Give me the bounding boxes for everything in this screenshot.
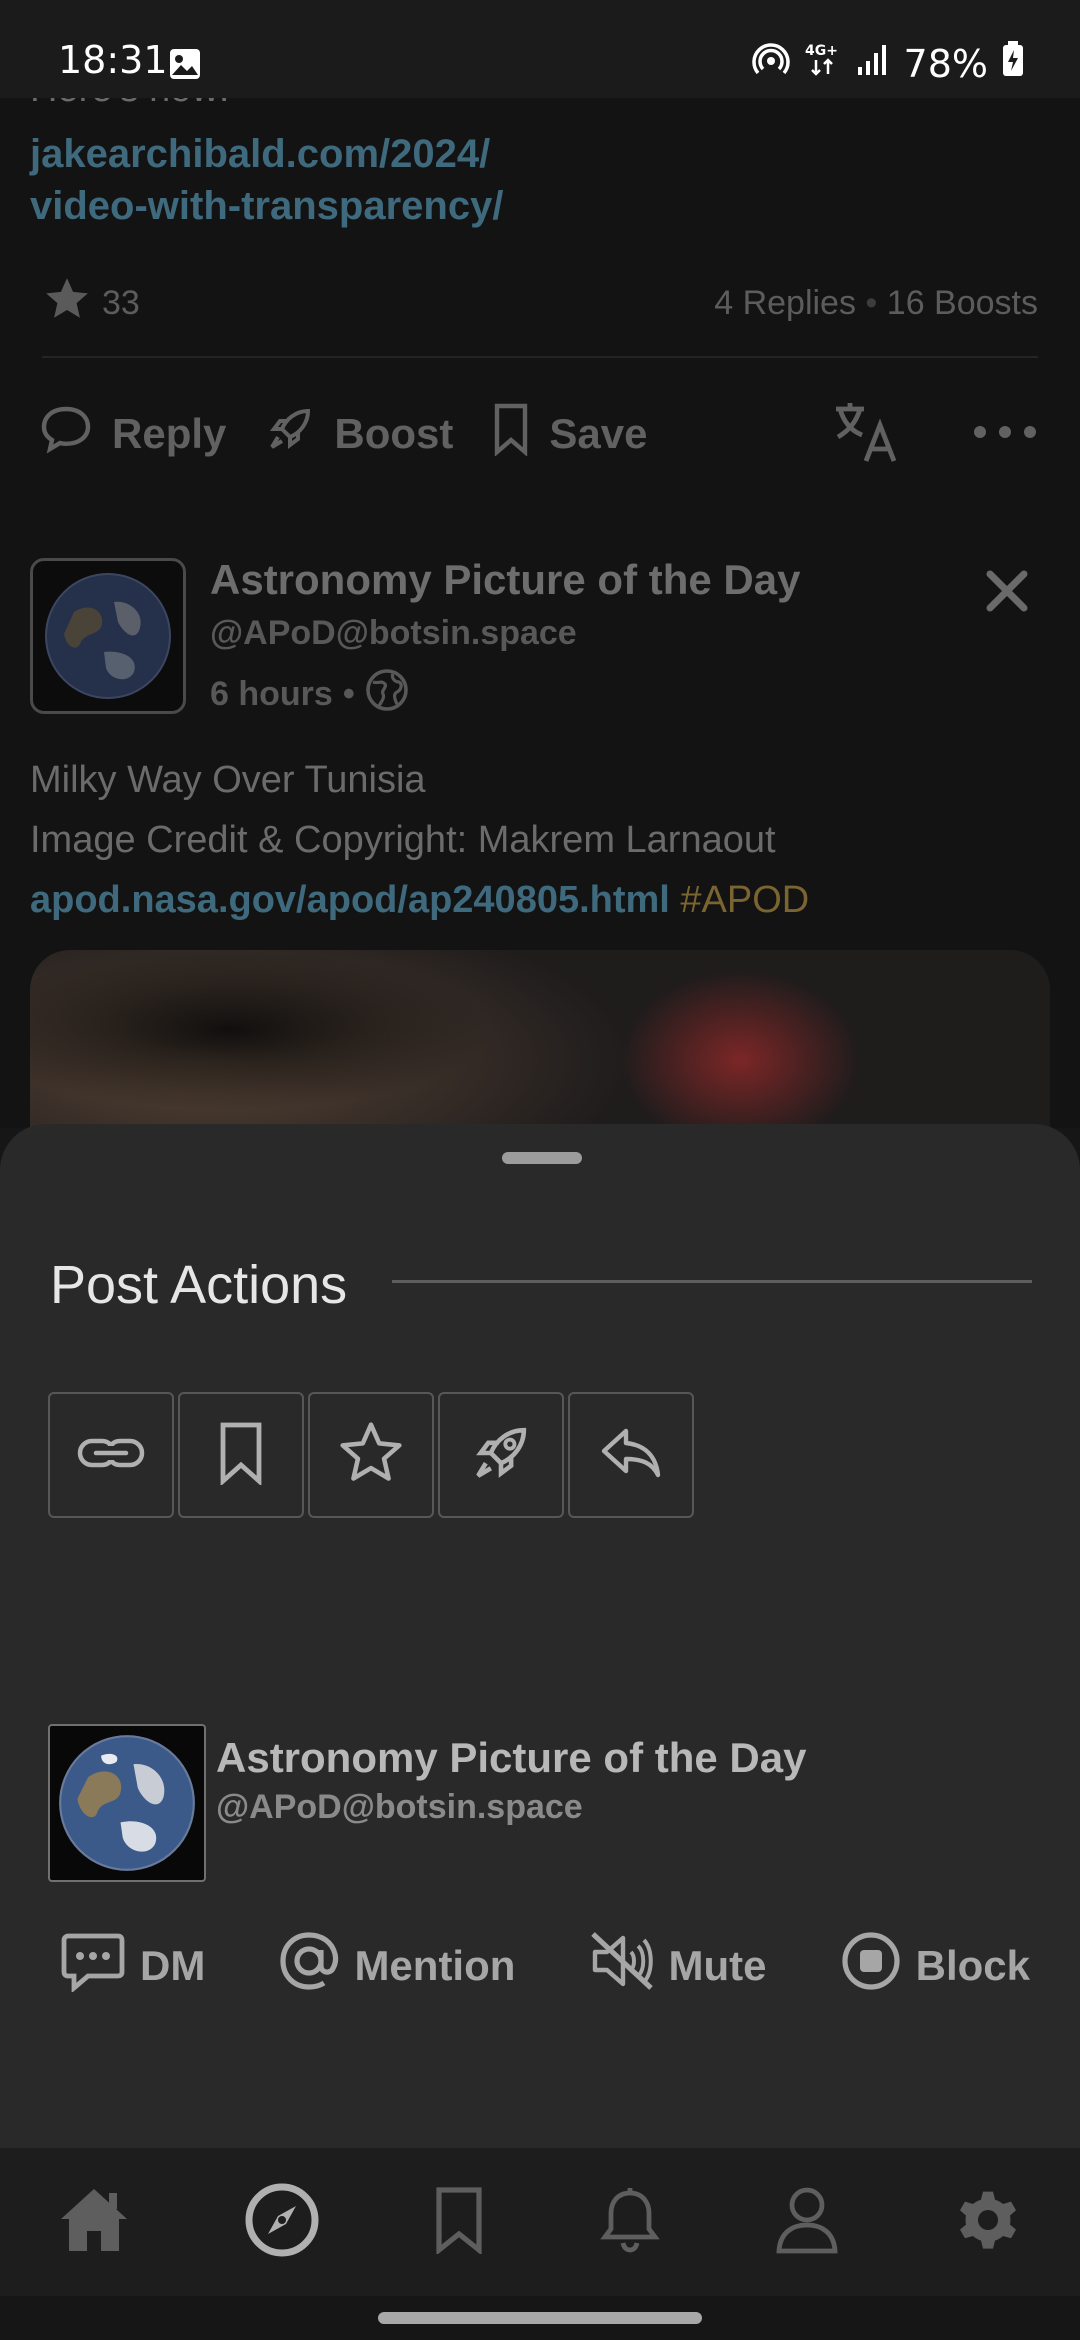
mention-button[interactable]: Mention bbox=[278, 1930, 515, 2002]
account-avatar[interactable] bbox=[48, 1724, 206, 1882]
svg-text:4G+: 4G+ bbox=[805, 43, 838, 59]
speaker-muted-icon bbox=[589, 1930, 655, 2002]
timeline-feed[interactable]: Here's how: jakearchibald.com/2024/ vide… bbox=[0, 98, 1080, 1128]
tab-settings[interactable] bbox=[953, 2185, 1023, 2260]
mute-button[interactable]: Mute bbox=[589, 1930, 767, 2002]
post-actions-sheet: Post Actions Astronomy Picture of the Da… bbox=[0, 1124, 1080, 2148]
boosts-count[interactable]: 16 Boosts bbox=[887, 284, 1038, 322]
post-stats: 33 4 Replies • 16 Boosts bbox=[42, 274, 1038, 333]
post-link[interactable]: jakearchibald.com/2024/ bbox=[30, 128, 503, 180]
bottom-tab-bar bbox=[0, 2148, 1080, 2296]
account-actions-row: DM Mention Mute Block bbox=[60, 1930, 1030, 2002]
save-button[interactable]: Save bbox=[491, 402, 647, 466]
post-content: Milky Way Over Tunisia Image Credit & Co… bbox=[30, 750, 1060, 930]
boost-label: Boost bbox=[334, 410, 454, 457]
bell-icon bbox=[599, 2187, 660, 2252]
mute-label: Mute bbox=[668, 1942, 767, 1989]
rocket-icon bbox=[264, 403, 316, 465]
tab-home[interactable] bbox=[57, 2185, 131, 2260]
sheet-title: Post Actions bbox=[50, 1255, 348, 1315]
speech-bubble-icon bbox=[38, 403, 94, 465]
favourite-button[interactable] bbox=[308, 1392, 434, 1518]
battery-charging-icon bbox=[1002, 41, 1024, 86]
bookmark-icon bbox=[217, 1421, 265, 1490]
mention-label: Mention bbox=[354, 1942, 516, 1989]
boost-button[interactable] bbox=[438, 1392, 564, 1518]
rocket-icon bbox=[468, 1420, 534, 1491]
replies-count[interactable]: 4 Replies bbox=[714, 284, 856, 322]
bookmark-icon bbox=[491, 402, 531, 466]
message-dots-icon bbox=[60, 1930, 126, 2002]
reply-button[interactable] bbox=[568, 1392, 694, 1518]
account-display-name[interactable]: Astronomy Picture of the Day bbox=[216, 1734, 806, 1782]
gesture-bar[interactable] bbox=[378, 2312, 702, 2324]
status-bar: 18:31 4G+ 78% bbox=[0, 0, 1080, 98]
dm-label: DM bbox=[140, 1942, 206, 1989]
star-icon bbox=[42, 274, 92, 333]
boost-button[interactable]: Boost bbox=[264, 403, 453, 465]
post-link-continued[interactable]: video-with-transparency/ bbox=[30, 180, 503, 232]
tab-bookmarks[interactable] bbox=[433, 2186, 485, 2259]
favourite-count: 33 bbox=[102, 284, 140, 322]
translate-icon[interactable] bbox=[832, 399, 902, 470]
bookmark-button[interactable] bbox=[178, 1392, 304, 1518]
avatar[interactable] bbox=[30, 558, 186, 714]
reply-button[interactable]: Reply bbox=[38, 403, 226, 465]
account-handle[interactable]: @APoD@botsin.space bbox=[216, 1788, 583, 1827]
post-action-bar: Reply Boost Save bbox=[38, 398, 1038, 470]
post-author-handle[interactable]: @APoD@botsin.space bbox=[210, 614, 577, 653]
home-icon bbox=[60, 2188, 127, 2251]
hashtag[interactable]: #APOD bbox=[680, 879, 809, 921]
save-label: Save bbox=[549, 410, 648, 457]
tab-profile[interactable] bbox=[774, 2185, 840, 2260]
gear-icon bbox=[960, 2191, 1017, 2249]
post-text-partial: Here's how: bbox=[30, 98, 229, 111]
person-icon bbox=[776, 2187, 838, 2253]
network-4g-icon: 4G+ bbox=[804, 40, 842, 87]
post-author-name[interactable]: Astronomy Picture of the Day bbox=[210, 556, 800, 604]
stats-separator: • bbox=[865, 284, 887, 322]
reply-arrow-icon bbox=[598, 1425, 664, 1486]
post-body-line: Milky Way Over Tunisia bbox=[30, 759, 426, 801]
tab-notifications[interactable] bbox=[599, 2185, 661, 2260]
sheet-drag-handle[interactable] bbox=[502, 1152, 582, 1164]
post-media-image[interactable] bbox=[30, 950, 1050, 1128]
post-divider bbox=[42, 356, 1038, 358]
title-divider bbox=[392, 1280, 1032, 1283]
star-icon bbox=[337, 1419, 405, 1492]
reply-label: Reply bbox=[112, 410, 227, 457]
image-notification-icon bbox=[168, 46, 202, 90]
post-link[interactable]: apod.nasa.gov/apod/ap240805.html bbox=[30, 879, 670, 921]
bookmark-icon bbox=[436, 2186, 482, 2255]
earth-avatar-image bbox=[45, 573, 171, 699]
hotspot-icon bbox=[751, 40, 790, 87]
post-time: 6 hours bbox=[210, 675, 333, 713]
link-icon bbox=[76, 1433, 146, 1478]
post-body-line: Image Credit & Copyright: Makrem Larnaou… bbox=[30, 819, 776, 861]
tab-explore[interactable] bbox=[244, 2182, 320, 2263]
post-timestamp: 6 hours • bbox=[210, 668, 409, 721]
block-label: Block bbox=[915, 1942, 1030, 1989]
visibility-separator: • bbox=[342, 675, 355, 713]
block-icon bbox=[840, 1930, 902, 2002]
more-options-icon[interactable] bbox=[972, 424, 1038, 445]
battery-percent: 78% bbox=[903, 41, 988, 86]
compass-icon bbox=[245, 2183, 319, 2256]
at-sign-icon bbox=[278, 1930, 340, 2002]
copy-link-button[interactable] bbox=[48, 1392, 174, 1518]
status-time: 18:31 bbox=[58, 38, 168, 82]
block-button[interactable]: Block bbox=[840, 1930, 1030, 2002]
globe-icon bbox=[365, 668, 409, 721]
signal-icon bbox=[856, 42, 890, 86]
dm-button[interactable]: DM bbox=[60, 1930, 205, 2002]
earth-avatar-image bbox=[59, 1735, 195, 1871]
quick-actions-row bbox=[48, 1392, 698, 1518]
close-icon[interactable] bbox=[984, 568, 1030, 619]
